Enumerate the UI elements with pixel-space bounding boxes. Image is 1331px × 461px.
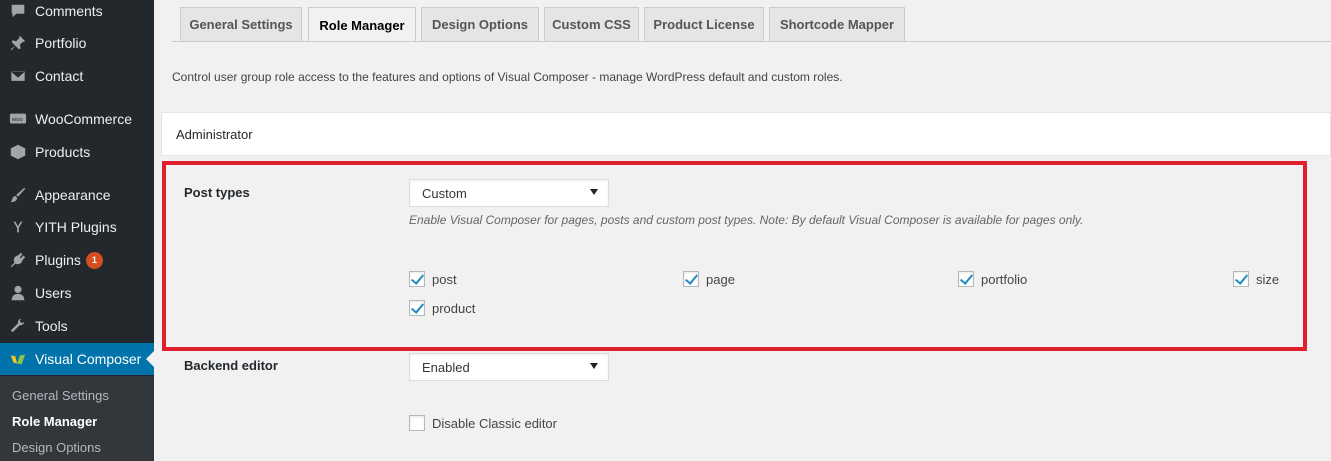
menu-item-label: Users (35, 285, 72, 301)
menu-item-tools[interactable]: Tools (0, 310, 154, 342)
checkbox-label: page (706, 271, 735, 287)
menu-item-appearance[interactable]: Appearance (0, 179, 154, 211)
menu-item-label: Products (35, 144, 91, 160)
checkbox-post[interactable]: post (409, 271, 457, 287)
current-menu-arrow (146, 351, 154, 367)
chevron-down-icon (590, 363, 598, 369)
users-icon (8, 283, 28, 303)
pin-icon (8, 33, 28, 53)
highlight-annotation-box (162, 161, 1307, 351)
page-description: Control user group role access to the fe… (172, 70, 843, 84)
checkbox-portfolio[interactable]: portfolio (958, 271, 1027, 287)
visual-composer-icon (8, 349, 28, 369)
checkbox-disable-classic-editor[interactable]: Disable Classic editor (409, 415, 557, 431)
mail-icon (8, 66, 28, 86)
menu-item-label: Appearance (35, 187, 111, 203)
plugin-icon (8, 250, 28, 270)
menu-item-visual-composer[interactable]: Visual Composer (0, 343, 154, 375)
backend-editor-select[interactable]: Enabled (409, 353, 609, 381)
menu-item-comments[interactable]: Comments (0, 0, 154, 27)
checkbox-label: size (1256, 271, 1280, 287)
checkbox-label: Disable Classic editor (432, 415, 557, 431)
post-types-label: Post types (184, 185, 250, 200)
admin-sidebar: Comments Portfolio Contact woo WooCommer… (0, 0, 154, 461)
tab-shortcode-mapper[interactable]: Shortcode Mapper (769, 7, 905, 41)
menu-item-contact[interactable]: Contact (0, 60, 154, 92)
submenu-design-options[interactable]: Design Options (12, 440, 101, 455)
post-types-select-value: Custom (422, 185, 467, 201)
comments-icon (8, 1, 28, 21)
tab-general-settings[interactable]: General Settings (180, 7, 302, 41)
checkbox-label: portfolio (981, 271, 1028, 287)
wrench-icon (8, 316, 28, 336)
tab-design-options[interactable]: Design Options (421, 7, 539, 41)
menu-item-products[interactable]: Products (0, 136, 154, 168)
menu-item-label: Visual Composer (35, 351, 142, 367)
svg-text:woo: woo (12, 117, 23, 123)
checkbox-product[interactable]: product (409, 300, 475, 316)
checkbox-label: product (432, 300, 476, 316)
menu-item-label: Plugins (35, 252, 81, 268)
checkbox-page[interactable]: page (683, 271, 735, 287)
menu-item-yith-plugins[interactable]: YITH Plugins (0, 211, 154, 243)
menu-item-woocommerce[interactable]: woo WooCommerce (0, 103, 154, 135)
menu-item-portfolio[interactable]: Portfolio (0, 27, 154, 59)
menu-item-label: Contact (35, 68, 84, 84)
yith-icon (8, 217, 28, 237)
backend-editor-select-value: Enabled (422, 359, 470, 375)
menu-item-label: Tools (35, 318, 68, 334)
checkbox-box[interactable] (409, 271, 425, 287)
menu-item-label: WooCommerce (35, 111, 132, 127)
menu-item-plugins[interactable]: Plugins 1 (0, 244, 154, 276)
menu-item-label: YITH Plugins (35, 219, 117, 235)
role-name: Administrator (176, 126, 253, 142)
checkbox-box[interactable] (1233, 271, 1249, 287)
post-types-help: Enable Visual Composer for pages, posts … (409, 213, 1084, 227)
checkbox-box[interactable] (409, 300, 425, 316)
submenu-general-settings[interactable]: General Settings (12, 388, 109, 403)
backend-editor-label: Backend editor (184, 358, 278, 373)
menu-item-label: Comments (35, 3, 103, 19)
woocommerce-icon: woo (8, 109, 28, 129)
tab-custom-css[interactable]: Custom CSS (544, 7, 639, 41)
checkbox-box[interactable] (958, 271, 974, 287)
checkbox-box[interactable] (683, 271, 699, 287)
paintbrush-icon (8, 185, 28, 205)
checkbox-box[interactable] (409, 415, 425, 431)
role-panel-header[interactable]: Administrator (161, 112, 1331, 156)
tab-role-manager[interactable]: Role Manager (308, 7, 416, 42)
submenu-role-manager[interactable]: Role Manager (12, 414, 97, 429)
visual-composer-submenu: General Settings Role Manager Design Opt… (0, 376, 154, 461)
checkbox-label: post (432, 271, 457, 287)
menu-item-users[interactable]: Users (0, 277, 154, 309)
products-icon (8, 142, 28, 162)
menu-item-label: Portfolio (35, 35, 87, 51)
update-count-badge: 1 (85, 251, 103, 269)
chevron-down-icon (590, 189, 598, 195)
checkbox-size[interactable]: size (1233, 271, 1279, 287)
tab-product-license[interactable]: Product License (644, 7, 764, 41)
post-types-select[interactable]: Custom (409, 179, 609, 207)
tabs-divider (172, 41, 1331, 42)
